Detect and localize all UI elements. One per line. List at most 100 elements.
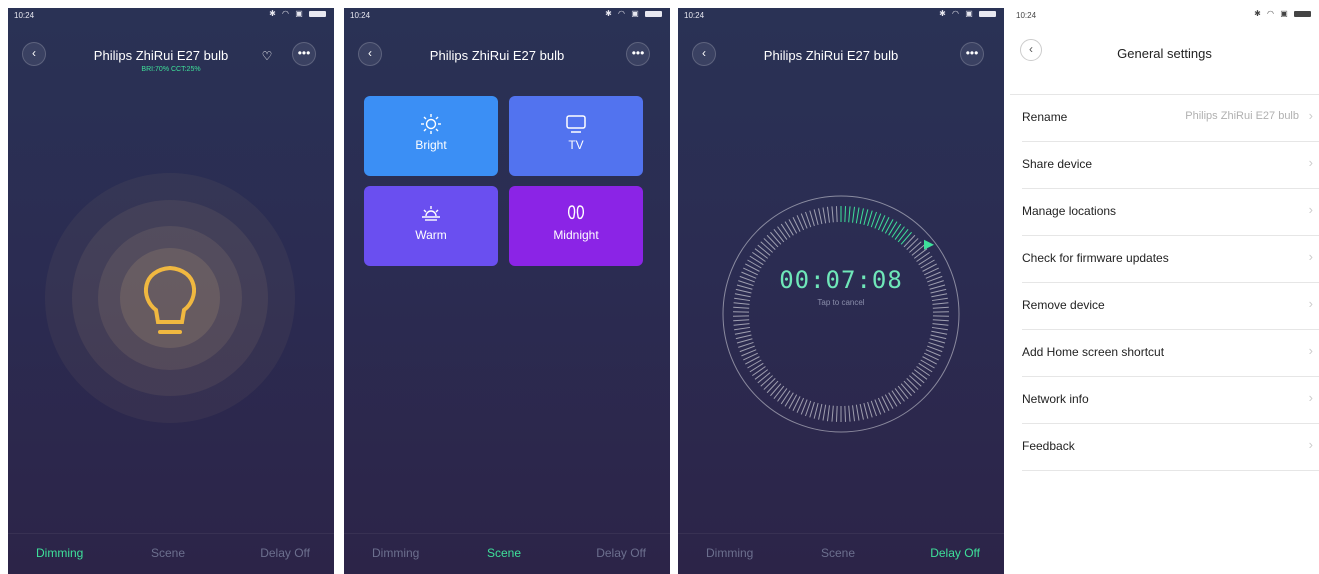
- heart-icon: ♡: [261, 49, 273, 63]
- timer-tick: [931, 326, 948, 331]
- scene-bright[interactable]: Bright: [364, 96, 498, 176]
- settings-item-remove-device[interactable]: Remove device ›: [1022, 283, 1319, 330]
- more-icon: •••: [631, 46, 645, 60]
- timer-dial[interactable]: [713, 186, 969, 442]
- timer-tick: [784, 221, 794, 236]
- settings-item-feedback[interactable]: Feedback ›: [1022, 424, 1319, 471]
- battery-icon: [979, 10, 996, 17]
- timer-tick: [835, 405, 838, 422]
- timer-tick: [818, 403, 823, 420]
- timer-tick: [844, 405, 847, 422]
- tab-scene[interactable]: Scene: [151, 546, 185, 560]
- tab-dimming[interactable]: Dimming: [706, 546, 753, 560]
- timer-tick: [852, 206, 856, 223]
- timer-tick: [891, 223, 902, 238]
- tab-dimming[interactable]: Dimming: [372, 546, 419, 560]
- battery-icon: [645, 10, 662, 17]
- settings-item-label: Share device: [1022, 157, 1093, 171]
- timer-tick: [736, 338, 753, 344]
- timer-tick: [770, 383, 782, 397]
- timer-tick: [848, 206, 851, 223]
- settings-item-label: Network info: [1022, 392, 1089, 406]
- timer-tick: [818, 208, 823, 225]
- timer-tick: [760, 375, 773, 387]
- back-button[interactable]: ‹: [692, 42, 716, 66]
- battery-icon: [309, 10, 326, 17]
- timer-tick: [805, 400, 812, 417]
- more-button[interactable]: •••: [626, 42, 650, 66]
- back-button[interactable]: ‹: [358, 42, 382, 66]
- status-time: 10:24: [350, 11, 371, 20]
- scene-tv[interactable]: TV: [509, 96, 643, 176]
- more-button[interactable]: •••: [960, 42, 984, 66]
- bulb-glow[interactable]: [8, 148, 334, 448]
- timer-tick: [855, 207, 860, 224]
- timer-tick: [752, 366, 766, 377]
- settings-item-label: Rename: [1022, 110, 1068, 124]
- timer-ticks: [733, 206, 949, 422]
- settings-item-rename[interactable]: Rename Philips ZhiRui E27 bulb ›: [1022, 95, 1319, 142]
- timer-tick: [920, 359, 935, 369]
- settings-item-label: Manage locations: [1022, 204, 1117, 218]
- settings-list: Rename Philips ZhiRui E27 bulb › Share d…: [1010, 94, 1319, 471]
- timer-tick: [784, 392, 794, 407]
- timer-tick: [766, 380, 779, 394]
- timer-tick: [897, 229, 909, 243]
- back-button[interactable]: ‹: [22, 42, 46, 66]
- timer-tick: [735, 334, 752, 340]
- timer-tick: [773, 385, 785, 399]
- settings-item-manage-locations[interactable]: Manage locations ›: [1022, 189, 1319, 236]
- scene-midnight[interactable]: Midnight: [509, 186, 643, 266]
- settings-item-share-device[interactable]: Share device ›: [1022, 142, 1319, 189]
- timer-tick: [870, 400, 877, 417]
- timer-tick: [754, 369, 769, 380]
- tab-dimming[interactable]: Dimming: [36, 546, 83, 560]
- timer-countdown[interactable]: 00:07:08: [678, 266, 1004, 294]
- tab-delay-off[interactable]: Delay Off: [930, 546, 980, 560]
- tab-delay-off[interactable]: Delay Off: [596, 546, 646, 560]
- tab-scene[interactable]: Scene: [487, 546, 521, 560]
- back-arrow-icon: ‹: [368, 46, 372, 60]
- timer-tick: [852, 405, 856, 422]
- timer-hint: Tap to cancel: [817, 298, 865, 307]
- timer-tick: [780, 390, 791, 405]
- scene-warm[interactable]: Warm: [364, 186, 498, 266]
- chevron-right-icon: ›: [1308, 202, 1313, 217]
- timer-tick: [863, 402, 869, 419]
- settings-item-value: Philips ZhiRui E27 bulb: [1185, 110, 1299, 122]
- timer-tick: [757, 244, 771, 256]
- timer-tick: [752, 251, 766, 262]
- timer-tick: [906, 238, 919, 250]
- timer-tick: [916, 251, 930, 262]
- timer-tick: [916, 366, 930, 377]
- favorite-button[interactable]: ♡: [256, 46, 278, 68]
- timer-tick: [900, 383, 912, 397]
- chevron-right-icon: ›: [1308, 249, 1313, 264]
- tab-delay-off[interactable]: Delay Off: [260, 546, 310, 560]
- scene-midnight-label: Midnight: [553, 228, 599, 242]
- more-button[interactable]: •••: [292, 42, 316, 66]
- timer-tick: [931, 293, 948, 298]
- settings-item-home-shortcut[interactable]: Add Home screen shortcut ›: [1022, 330, 1319, 377]
- tab-scene[interactable]: Scene: [821, 546, 855, 560]
- settings-item-network-info[interactable]: Network info ›: [1022, 377, 1319, 424]
- settings-item-firmware-updates[interactable]: Check for firmware updates ›: [1022, 236, 1319, 283]
- status-bar: 10:24 ✱ ◠ ▣: [1010, 8, 1319, 22]
- timer-tick: [777, 388, 788, 402]
- status-bar: 10:24 ✱ ◠ ▣: [344, 8, 670, 22]
- tab-bar: Dimming Scene Delay Off: [678, 533, 1004, 574]
- scene-tv-label: TV: [568, 138, 584, 152]
- timer-tick: [749, 362, 764, 373]
- timer-tick: [747, 359, 762, 369]
- timer-tick: [906, 378, 919, 390]
- timer-tick: [918, 362, 933, 373]
- timer-tick: [813, 209, 819, 226]
- general-settings-screen: 10:24 ✱ ◠ ▣ ‹ General settings Rename Ph…: [1010, 8, 1319, 574]
- status-bar: 10:24 ✱ ◠ ▣: [8, 8, 334, 22]
- dimming-screen: 10:24 ✱ ◠ ▣ ‹ Philips ZhiRui E27 bulb BR…: [8, 8, 334, 574]
- timer-tick: [918, 255, 933, 266]
- device-title: Philips ZhiRui E27 bulb: [763, 48, 899, 63]
- timer-tick: [913, 369, 928, 380]
- timer-tick: [931, 330, 948, 335]
- timer-tick: [891, 390, 902, 405]
